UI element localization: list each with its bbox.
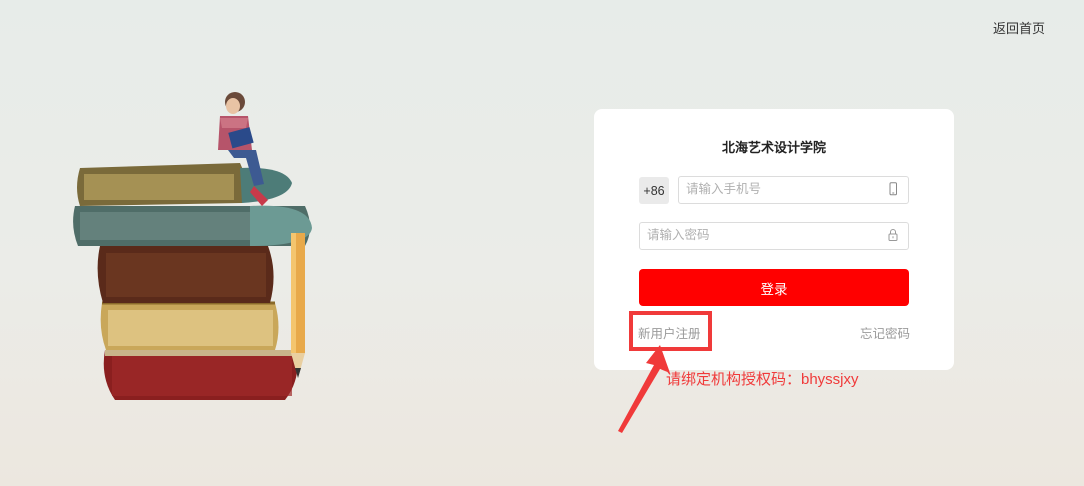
login-button[interactable]: 登录 (639, 269, 909, 306)
password-input[interactable] (640, 223, 881, 247)
annotation-arrow (618, 345, 670, 433)
annotation-text: 请绑定机构授权码：bhyssjxy (666, 371, 859, 388)
home-link[interactable]: 返回首页 (993, 18, 1045, 37)
books-illustration (73, 92, 312, 400)
lock-icon (888, 229, 898, 241)
institution-title: 北海艺术设计学院 (721, 140, 826, 155)
mobile-phone-icon (889, 182, 897, 196)
password-field[interactable] (639, 222, 909, 250)
country-code-prefix[interactable]: +86 (639, 177, 669, 204)
phone-field[interactable] (678, 176, 909, 204)
forgot-password-link[interactable]: 忘记密码 (860, 323, 910, 342)
phone-input[interactable] (679, 177, 881, 201)
